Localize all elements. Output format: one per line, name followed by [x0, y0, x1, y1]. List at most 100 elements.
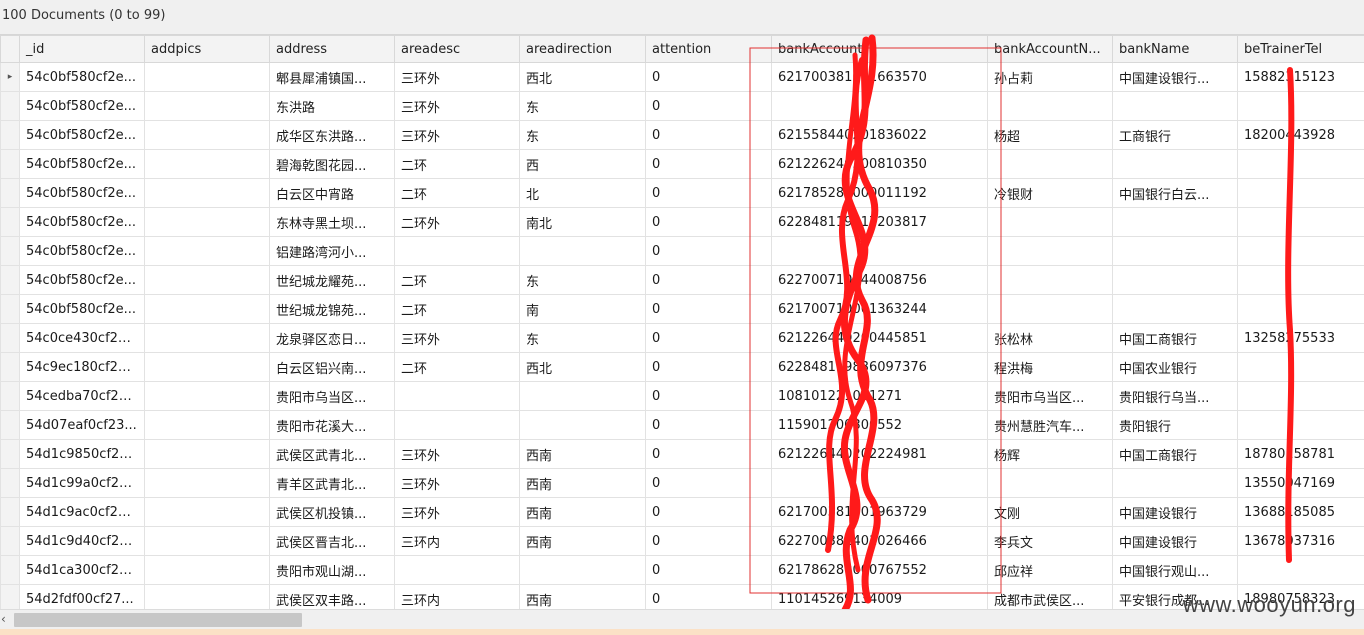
- table-cell[interactable]: [144, 91, 270, 121]
- table-cell[interactable]: 0: [645, 497, 772, 527]
- table-cell[interactable]: 621226240200810350: [771, 149, 988, 179]
- table-cell[interactable]: 0: [645, 555, 772, 585]
- table-cell[interactable]: 54d1c99a0cf23...: [19, 468, 145, 498]
- table-cell[interactable]: 碧海乾图花园...: [269, 149, 395, 179]
- table-cell[interactable]: 0: [645, 381, 772, 411]
- table-row[interactable]: 54c0bf580cf2e... 白云区中宵路 二环北 0 62178528000001…: [0, 178, 1364, 208]
- row-header[interactable]: [0, 497, 20, 527]
- table-row[interactable]: 54d07eaf0cf23... 贵阳市花溪大... 0 11590120030055…: [0, 410, 1364, 440]
- table-cell[interactable]: 0: [645, 294, 772, 324]
- table-cell[interactable]: 武侯区武青北...: [269, 439, 395, 469]
- table-cell[interactable]: [987, 207, 1113, 237]
- table-cell[interactable]: 贵州慧胜汽车...: [987, 410, 1113, 440]
- table-cell[interactable]: 中国工商银行: [1112, 323, 1238, 353]
- table-cell[interactable]: 白云区铝兴南...: [269, 352, 395, 382]
- table-cell[interactable]: 621558440201836022: [771, 120, 988, 150]
- table-cell[interactable]: [771, 91, 988, 121]
- table-cell[interactable]: 54c0bf580cf2e...: [19, 91, 145, 121]
- table-cell[interactable]: 东: [519, 323, 646, 353]
- table-cell[interactable]: [1237, 352, 1364, 382]
- table-cell[interactable]: 西: [519, 149, 646, 179]
- scrollbar-thumb[interactable]: [14, 613, 302, 627]
- table-cell[interactable]: 621226440202224981: [771, 439, 988, 469]
- table-cell[interactable]: 13678037316: [1237, 526, 1364, 556]
- column-header[interactable]: bankName: [1112, 35, 1238, 63]
- table-cell[interactable]: 54c0ce430cf29...: [19, 323, 145, 353]
- table-cell[interactable]: 621226440200445851: [771, 323, 988, 353]
- table-cell[interactable]: 贵阳市花溪大...: [269, 410, 395, 440]
- table-cell[interactable]: 孙占莉: [987, 62, 1113, 92]
- table-cell[interactable]: [144, 120, 270, 150]
- table-cell[interactable]: 西北: [519, 352, 646, 382]
- table-cell[interactable]: 0: [645, 352, 772, 382]
- table-cell[interactable]: [144, 149, 270, 179]
- table-cell[interactable]: 三环外: [394, 439, 520, 469]
- table-cell[interactable]: [394, 236, 520, 266]
- table-cell[interactable]: [1112, 207, 1238, 237]
- table-cell[interactable]: 郫县犀浦镇国...: [269, 62, 395, 92]
- table-cell[interactable]: [987, 468, 1113, 498]
- table-cell[interactable]: 13688185085: [1237, 497, 1364, 527]
- table-cell[interactable]: 东林寺黑土坝...: [269, 207, 395, 237]
- table-cell[interactable]: [987, 91, 1113, 121]
- table-cell[interactable]: 程洪梅: [987, 352, 1113, 382]
- table-cell[interactable]: 18200443928: [1237, 120, 1364, 150]
- documents-grid[interactable]: _id addpics address areadesc areadirecti…: [0, 35, 1364, 614]
- row-header[interactable]: [0, 149, 20, 179]
- row-header[interactable]: [0, 352, 20, 382]
- table-cell[interactable]: 西北: [519, 62, 646, 92]
- column-header[interactable]: attention: [645, 35, 772, 63]
- table-cell[interactable]: 中国建设银行: [1112, 526, 1238, 556]
- table-cell[interactable]: [144, 207, 270, 237]
- table-cell[interactable]: 成华区东洪路...: [269, 120, 395, 150]
- table-cell[interactable]: [987, 294, 1113, 324]
- table-cell[interactable]: [394, 555, 520, 585]
- table-cell[interactable]: 0: [645, 468, 772, 498]
- table-cell[interactable]: 北: [519, 178, 646, 208]
- table-cell[interactable]: [144, 323, 270, 353]
- table-row[interactable]: 54d1c9ac0cf23... 武侯区机投镇... 三环外 西南 0 621700381…: [0, 497, 1364, 527]
- table-cell[interactable]: [1112, 468, 1238, 498]
- column-header[interactable]: areadesc: [394, 35, 520, 63]
- table-row[interactable]: ▸ 54c0bf580cf2e... 郫县犀浦镇国... 三环外 西北 0 62170038…: [0, 62, 1364, 92]
- table-cell[interactable]: [1237, 410, 1364, 440]
- table-cell[interactable]: 621786280000767552: [771, 555, 988, 585]
- table-cell[interactable]: [519, 381, 646, 411]
- table-cell[interactable]: 中国工商银行: [1112, 439, 1238, 469]
- row-header-corner[interactable]: [0, 35, 20, 63]
- table-cell[interactable]: 621700381001663570: [771, 62, 988, 92]
- table-cell[interactable]: 贵阳市乌当区...: [269, 381, 395, 411]
- table-cell[interactable]: 东: [519, 120, 646, 150]
- table-cell[interactable]: [987, 149, 1113, 179]
- table-cell[interactable]: 工商银行: [1112, 120, 1238, 150]
- table-cell[interactable]: [1237, 265, 1364, 295]
- column-header[interactable]: address: [269, 35, 395, 63]
- table-cell[interactable]: 李兵文: [987, 526, 1113, 556]
- table-cell[interactable]: 贵阳银行乌当...: [1112, 381, 1238, 411]
- table-cell[interactable]: 622700381401026466: [771, 526, 988, 556]
- table-cell[interactable]: [144, 439, 270, 469]
- table-cell[interactable]: [1237, 207, 1364, 237]
- table-cell[interactable]: 13550047169: [1237, 468, 1364, 498]
- table-cell[interactable]: 0: [645, 265, 772, 295]
- column-header[interactable]: bankAccount: [771, 35, 988, 63]
- table-cell[interactable]: [144, 265, 270, 295]
- table-row[interactable]: 54c0bf580cf2e... 成华区东洪路... 三环外东 0 6215584402…: [0, 120, 1364, 150]
- table-cell[interactable]: 54c0bf580cf2e...: [19, 265, 145, 295]
- table-cell[interactable]: 54c0bf580cf2e...: [19, 62, 145, 92]
- table-cell[interactable]: 54c0bf580cf2e...: [19, 149, 145, 179]
- table-cell[interactable]: 龙泉驿区恋日...: [269, 323, 395, 353]
- table-cell[interactable]: [144, 294, 270, 324]
- table-cell[interactable]: [1237, 294, 1364, 324]
- table-cell[interactable]: 南北: [519, 207, 646, 237]
- table-cell[interactable]: [144, 352, 270, 382]
- row-header[interactable]: [0, 91, 20, 121]
- table-cell[interactable]: 中国建设银行: [1112, 497, 1238, 527]
- scroll-left-icon[interactable]: ‹: [1, 612, 6, 626]
- table-cell[interactable]: [144, 468, 270, 498]
- table-cell[interactable]: 三环外: [394, 497, 520, 527]
- table-cell[interactable]: 西南: [519, 439, 646, 469]
- table-cell[interactable]: 武侯区机投镇...: [269, 497, 395, 527]
- row-header[interactable]: [0, 120, 20, 150]
- table-row[interactable]: 54c0bf580cf2e... 东洪路 三环外东 0: [0, 91, 1364, 121]
